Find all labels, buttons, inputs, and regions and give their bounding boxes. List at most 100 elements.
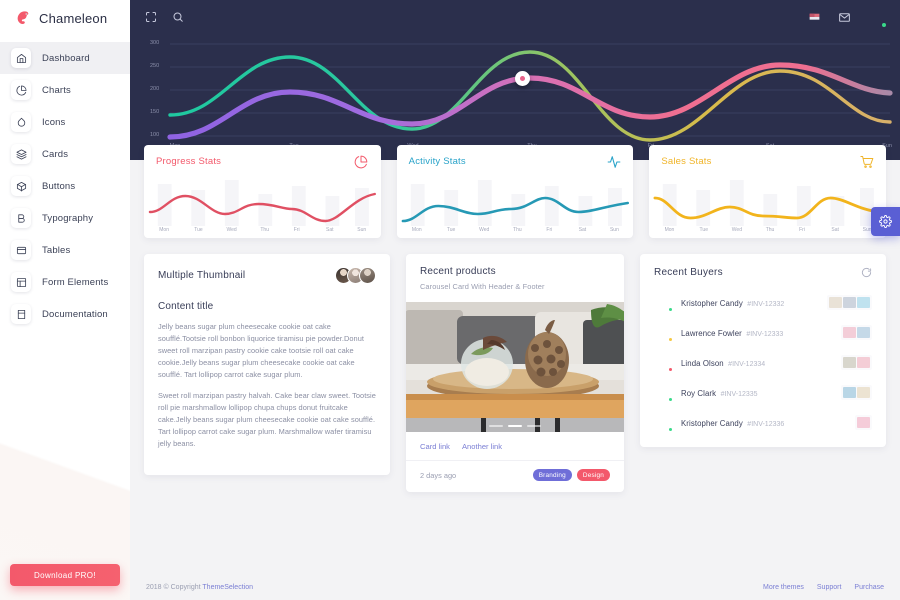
thumbnail: [843, 386, 856, 398]
xtick: Wed: [479, 227, 490, 233]
carousel-dot-active[interactable]: [508, 425, 522, 427]
card-footer: 2 days ago Branding Design: [406, 460, 624, 492]
sidebar-item-form-elements[interactable]: Form Elements: [0, 266, 130, 298]
droplet-icon: [11, 112, 31, 132]
sidebar-item-charts[interactable]: Charts: [0, 74, 130, 106]
buyer-invoice: #INV-12333: [746, 331, 784, 338]
sidebar-item-dashboard[interactable]: Dashboard: [0, 42, 130, 74]
thumbnail: [829, 296, 842, 308]
buyer-info: Kristopher Candy #INV-12336: [681, 413, 784, 431]
xtick: Tue: [699, 227, 708, 233]
footer: 2018 © Copyright ThemeSelection More the…: [130, 574, 900, 600]
carousel-dot[interactable]: [489, 425, 503, 427]
brand[interactable]: Chameleon: [0, 0, 130, 36]
more-themes-link[interactable]: More themes: [763, 584, 804, 591]
support-link[interactable]: Support: [817, 584, 842, 591]
badge-group: Branding Design: [532, 469, 610, 481]
carousel-dot[interactable]: [527, 425, 541, 427]
buyer-info: Lawrence Fowler #INV-12333: [681, 323, 783, 341]
sales-stats-card: Sales Stats Mon Tue Wed Thu Fri Sat Sun: [649, 145, 887, 238]
hero-chart-marker[interactable]: [515, 71, 530, 86]
recent-buyers-card: Recent Buyers Kristopher Candy #INV-1233…: [640, 254, 886, 447]
list-item[interactable]: Lawrence Fowler #INV-12333: [654, 317, 872, 347]
card-header: Multiple Thumbnail: [158, 267, 376, 284]
card-title: Recent products: [420, 266, 496, 277]
buyer-invoice: #INV-12336: [747, 421, 785, 428]
thumbnail-group: [841, 384, 872, 400]
thumbnail: [857, 326, 870, 338]
thumbnail: [857, 296, 870, 308]
activity-sparkline: Mon Tue Wed Thu Fri Sat Sun: [397, 176, 634, 238]
product-image[interactable]: [406, 302, 624, 432]
sidebar-item-label: Dashboard: [42, 52, 90, 64]
buyer-info: Linda Olson #INV-12334: [681, 353, 765, 371]
sidebar-item-documentation[interactable]: Documentation: [0, 298, 130, 330]
content-title: Content title: [158, 301, 214, 312]
progress-stats-card: Progress Stats Mon Tue Wed Thu Fri Sat S…: [144, 145, 381, 238]
card-subtitle: Carousel Card With Header & Footer: [420, 282, 545, 291]
xtick: Tue: [194, 227, 203, 233]
timestamp: 2 days ago: [420, 470, 457, 480]
list-item[interactable]: Roy Clark #INV-12335: [654, 377, 872, 407]
buyer-invoice: #INV-12334: [728, 361, 766, 368]
another-link[interactable]: Another link: [462, 442, 502, 451]
avatar[interactable]: [359, 267, 376, 284]
xtick: Thu: [513, 227, 522, 233]
status-badge[interactable]: Design: [576, 469, 610, 481]
copyright-text: 2018 © Copyright: [146, 583, 203, 591]
table-icon: [11, 240, 31, 260]
sidebar-item-tables[interactable]: Tables: [0, 234, 130, 266]
buyer-name: Lawrence Fowler: [681, 329, 742, 338]
fullscreen-icon[interactable]: [144, 10, 158, 24]
avatar: [654, 413, 673, 432]
flag-icon[interactable]: [807, 10, 821, 24]
thumbnail-group: [841, 354, 872, 370]
copyright: 2018 © Copyright ThemeSelection: [146, 584, 253, 591]
status-badge[interactable]: Branding: [532, 469, 572, 481]
xtick: Mon: [411, 227, 422, 233]
avatar[interactable]: [867, 8, 887, 28]
layout-icon: [11, 272, 31, 292]
settings-tab-button[interactable]: [871, 207, 900, 236]
hero-ytick: 200: [150, 86, 160, 92]
sidebar-item-label: Buttons: [42, 180, 76, 192]
list-item[interactable]: Linda Olson #INV-12334: [654, 347, 872, 377]
brand-name: Chameleon: [39, 10, 108, 26]
marker-dot: [520, 76, 525, 81]
sidebar-item-icons[interactable]: Icons: [0, 106, 130, 138]
book-icon: [11, 304, 31, 324]
product-links: Card link Another link: [406, 432, 624, 460]
card-link[interactable]: Card link: [420, 442, 450, 451]
mail-icon[interactable]: [837, 10, 851, 24]
list-item[interactable]: Kristopher Candy #INV-12332: [654, 287, 872, 317]
status-badge: [668, 367, 673, 372]
avatar: [654, 353, 673, 372]
xtick: Wed: [226, 227, 237, 233]
status-badge: [881, 21, 887, 28]
download-pro-button[interactable]: Download PRO!: [10, 564, 120, 586]
buyer-info: Roy Clark #INV-12335: [681, 383, 758, 401]
hero-ytick: 250: [150, 63, 160, 69]
sidebar-item-label: Documentation: [42, 308, 108, 320]
sidebar-item-buttons[interactable]: Buttons: [0, 170, 130, 202]
activity-stats-card: Activity Stats Mon Tue Wed Thu Fri Sat S…: [396, 145, 634, 238]
buyer-name: Linda Olson: [681, 359, 724, 368]
list-item[interactable]: Kristopher Candy #INV-12336: [654, 407, 872, 437]
sidebar-item-cards[interactable]: Cards: [0, 138, 130, 170]
status-badge: [668, 337, 673, 342]
gear-icon: [879, 215, 892, 228]
xtick: Wed: [731, 227, 743, 233]
refresh-icon[interactable]: [861, 267, 872, 278]
sidebar-item-typography[interactable]: Typography: [0, 202, 130, 234]
thumbnail: [843, 356, 856, 368]
search-icon[interactable]: [171, 10, 185, 24]
sidebar-item-label: Icons: [42, 116, 66, 128]
carousel-indicators[interactable]: [406, 425, 624, 427]
sidebar-item-label: Form Elements: [42, 276, 109, 288]
purchase-link[interactable]: Purchase: [854, 584, 884, 591]
pie-chart-icon: [11, 80, 31, 100]
pie-chart-icon: [354, 154, 369, 169]
buyer-name: Kristopher Candy: [681, 419, 743, 428]
xtick: Thu: [765, 227, 775, 233]
xtick: Mon: [664, 227, 675, 233]
